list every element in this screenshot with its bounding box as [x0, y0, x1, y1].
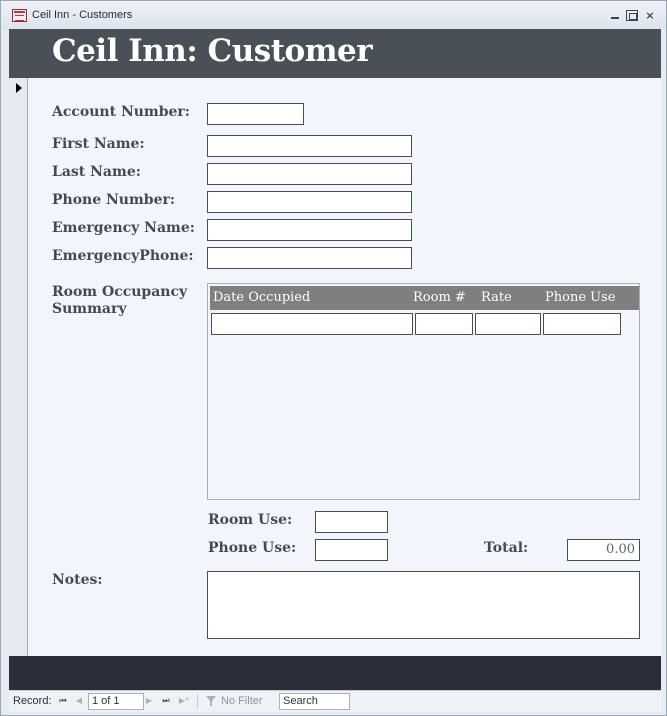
column-header-rate[interactable]: Rate: [481, 290, 512, 305]
room-occupancy-label: Room Occupancy Summary: [52, 284, 187, 318]
total-label: Total:: [484, 540, 529, 556]
form-window: Ceil Inn - Customers × Ceil Inn: Custome…: [0, 0, 667, 716]
total-field[interactable]: 0.00: [567, 539, 640, 561]
room-occupancy-label-line2: Summary: [52, 301, 127, 317]
date-occupied-cell[interactable]: [211, 313, 413, 335]
window-title: Ceil Inn - Customers: [32, 9, 133, 21]
filter-icon[interactable]: [205, 695, 217, 707]
last-name-label: Last Name:: [52, 164, 141, 180]
close-icon[interactable]: ×: [644, 10, 656, 21]
form-icon: [12, 9, 27, 22]
emergency-phone-label: EmergencyPhone:: [52, 248, 194, 264]
emergency-name-field[interactable]: [207, 219, 412, 241]
phone-number-label: Phone Number:: [52, 192, 176, 208]
emergency-phone-field[interactable]: [207, 247, 412, 269]
last-name-field[interactable]: [207, 163, 412, 185]
room-occupancy-label-line1: Room Occupancy: [52, 284, 188, 300]
previous-record-icon[interactable]: ◀: [73, 695, 85, 707]
phone-use-cell[interactable]: [543, 313, 621, 335]
notes-field[interactable]: [207, 571, 640, 639]
first-name-field[interactable]: [207, 135, 412, 157]
form-header: Ceil Inn: Customer: [9, 29, 661, 78]
rate-cell[interactable]: [475, 313, 541, 335]
current-record-arrow-icon: [16, 83, 22, 93]
window-titlebar[interactable]: Ceil Inn - Customers ×: [1, 1, 666, 29]
last-record-icon[interactable]: ⏭: [160, 695, 172, 707]
emergency-name-label: Emergency Name:: [52, 220, 195, 236]
account-number-label: Account Number:: [52, 104, 190, 120]
record-navigation-bar: Record: ⏮ ◀ 1 of 1 ▶ ⏭ ▶* No Filter Sear…: [9, 690, 661, 712]
phone-use-field[interactable]: [315, 539, 388, 561]
account-number-field[interactable]: [207, 103, 304, 125]
room-use-field[interactable]: [315, 511, 388, 533]
nav-separator: [197, 694, 198, 709]
search-input[interactable]: Search: [279, 693, 350, 710]
first-record-icon[interactable]: ⏮: [57, 695, 69, 707]
phone-number-field[interactable]: [207, 191, 412, 213]
room-number-cell[interactable]: [415, 313, 473, 335]
column-header-room-number[interactable]: Room #: [413, 290, 466, 305]
notes-label: Notes:: [52, 572, 103, 588]
form-title: Ceil Inn: Customer: [52, 33, 373, 69]
phone-use-label: Phone Use:: [208, 540, 297, 556]
new-record-icon[interactable]: ▶*: [176, 695, 192, 707]
minimize-icon[interactable]: [609, 10, 621, 21]
filter-status[interactable]: No Filter: [221, 695, 263, 707]
column-header-phone-use[interactable]: Phone Use: [545, 290, 615, 305]
current-record-input[interactable]: 1 of 1: [88, 693, 144, 710]
first-name-label: First Name:: [52, 136, 145, 152]
next-record-icon[interactable]: ▶: [143, 695, 155, 707]
restore-icon[interactable]: [626, 10, 638, 21]
room-occupancy-subform[interactable]: Date Occupied Room # Rate Phone Use: [207, 283, 640, 500]
subform-header: Date Occupied Room # Rate Phone Use: [210, 286, 639, 310]
column-header-date-occupied[interactable]: Date Occupied: [213, 290, 310, 305]
record-label: Record:: [13, 695, 52, 707]
record-selector[interactable]: [9, 78, 28, 656]
form-footer: [9, 656, 661, 690]
room-use-label: Room Use:: [208, 512, 293, 528]
